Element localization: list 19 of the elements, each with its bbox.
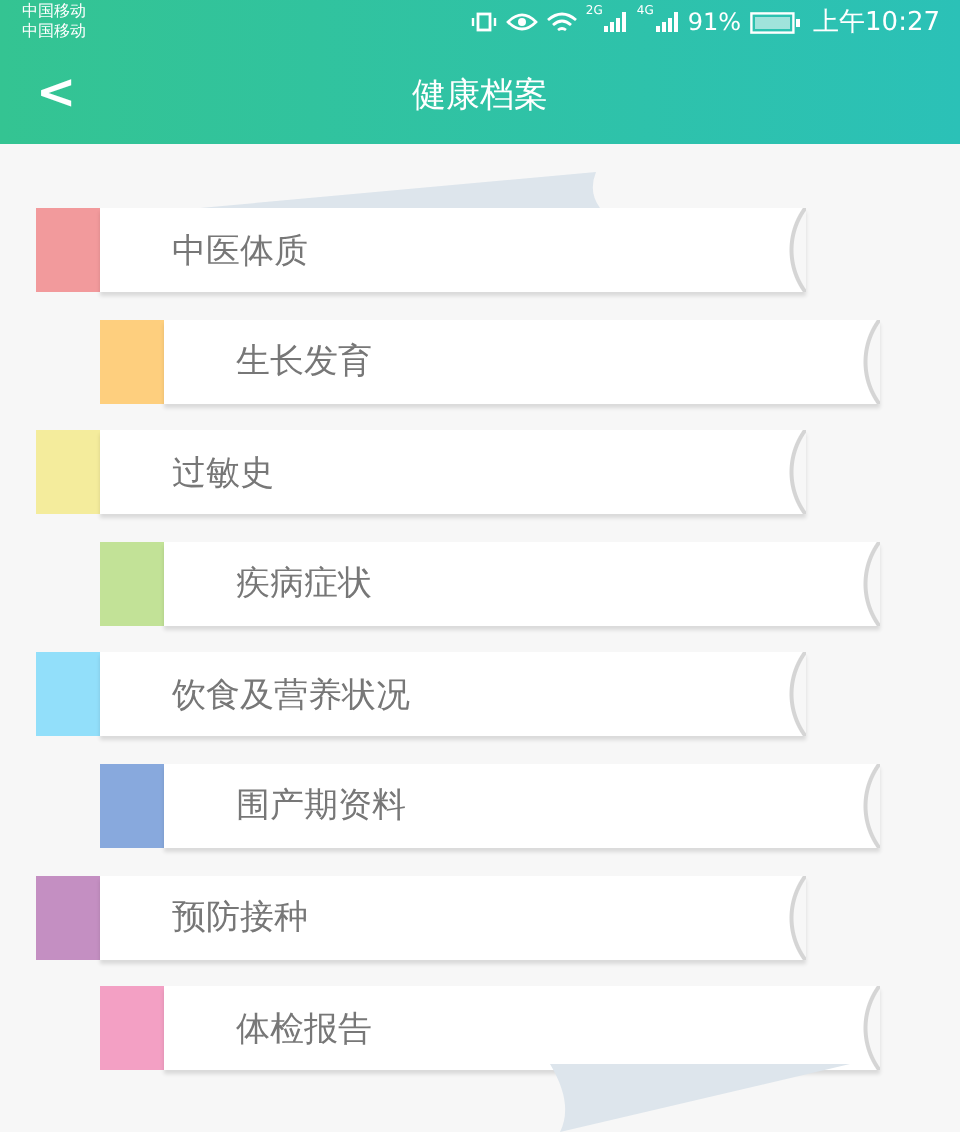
wifi-icon — [545, 11, 578, 33]
menu-item[interactable]: 过敏史 — [100, 430, 806, 515]
carrier-name: 中国移动 — [22, 22, 86, 42]
menu-item[interactable]: 体检报告 — [164, 986, 880, 1071]
carrier-name: 中国移动 — [22, 2, 86, 22]
vibrate-icon — [469, 12, 498, 32]
menu-item[interactable]: 中医体质 — [100, 208, 806, 292]
menu-item[interactable]: 饮食及营养状况 — [100, 652, 806, 737]
eye-icon — [505, 12, 538, 32]
menu-item[interactable]: 生长发育 — [164, 319, 880, 404]
battery-percent: 91% — [687, 8, 742, 36]
page-title: 健康档案 — [412, 73, 548, 117]
battery-icon — [749, 11, 802, 33]
menu-item[interactable]: 围产期资料 — [164, 763, 880, 848]
clock: 上午10:27 — [813, 6, 940, 40]
signal-icon — [655, 12, 680, 32]
menu-item[interactable]: 预防接种 — [100, 875, 806, 960]
signal-icon — [604, 12, 629, 32]
menu-item[interactable]: 疾病症状 — [164, 541, 880, 626]
